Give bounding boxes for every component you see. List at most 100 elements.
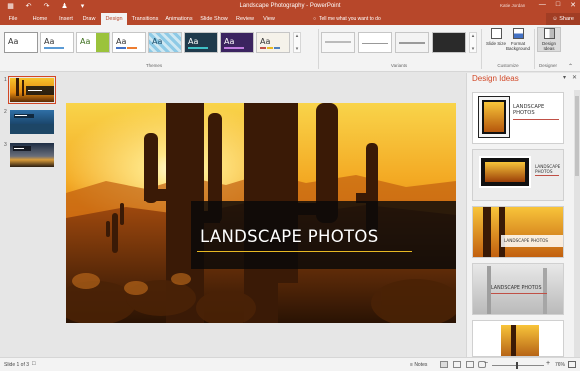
- zoom-out-icon[interactable]: −: [484, 360, 488, 367]
- tab-view[interactable]: View: [259, 13, 279, 25]
- paint-bucket-icon: [512, 28, 524, 39]
- design-ideas-pane: Design Ideas ▾ ✕ LANDSCAPE PHOTOS LANDSC…: [466, 73, 580, 357]
- idea-accent-line: [513, 119, 559, 120]
- window-title: Landscape Photography - PowerPoint: [239, 3, 341, 9]
- tab-slide-show[interactable]: Slide Show: [198, 13, 230, 25]
- theme-6[interactable]: Aa: [184, 32, 218, 53]
- ribbon-tabs: File Home Insert Draw Design Transitions…: [0, 13, 580, 25]
- variant-3[interactable]: [395, 32, 429, 53]
- design-idea-4[interactable]: LANDSCAPE PHOTOS: [472, 263, 564, 315]
- chevron-down-icon[interactable]: ▾: [472, 46, 475, 52]
- variant-4[interactable]: [432, 32, 466, 53]
- normal-view-icon[interactable]: [440, 361, 448, 368]
- designer-group-label: Designer: [538, 63, 557, 68]
- framed-photo: [478, 96, 510, 138]
- share-button[interactable]: ☺ Share: [546, 13, 580, 25]
- slide-size-button[interactable]: Slide Size: [484, 28, 508, 46]
- slide-number: 2: [4, 109, 7, 115]
- spellcheck-icon[interactable]: □: [32, 361, 36, 367]
- slide-title[interactable]: LANDSCAPE PHOTOS: [200, 227, 379, 246]
- tab-design[interactable]: Design: [101, 13, 127, 25]
- slide-number: 1: [4, 77, 7, 83]
- pane-controls: ▾ ✕: [563, 74, 577, 81]
- collapse-ribbon-icon[interactable]: ⌃: [568, 63, 573, 70]
- design-idea-2[interactable]: LANDSCAPE PHOTOS: [472, 149, 564, 201]
- minimize-icon[interactable]: —: [539, 1, 546, 9]
- ideas-scrollbar[interactable]: [574, 90, 580, 357]
- framed-photo: [479, 156, 531, 188]
- idea-accent-line: [491, 293, 547, 294]
- idea-accent-line: [535, 175, 559, 176]
- design-idea-1[interactable]: LANDSCAPE PHOTOS: [472, 92, 564, 144]
- close-icon[interactable]: ✕: [570, 1, 576, 9]
- notes-icon: ≡: [410, 362, 413, 368]
- theme-4[interactable]: Aa: [112, 32, 146, 53]
- theme-7[interactable]: Aa: [220, 32, 254, 53]
- zoom-in-icon[interactable]: +: [546, 360, 550, 367]
- theme-2[interactable]: Aa: [40, 32, 74, 53]
- title-underline: [197, 251, 412, 252]
- chevron-up-icon[interactable]: ▴: [472, 33, 475, 39]
- status-bar: Slide 1 of 3 □ ≡ Notes − + 76%: [0, 357, 580, 371]
- slide-thumbnails-pane: 1 2 3: [0, 73, 60, 357]
- design-idea-3[interactable]: LANDSCAPE PHOTOS: [472, 206, 564, 258]
- tab-animations[interactable]: Animations: [163, 13, 195, 25]
- idea-title-line2: PHOTOS: [535, 169, 553, 174]
- desert-thumbnail-image: [10, 78, 54, 102]
- chevron-down-icon[interactable]: ▾: [296, 46, 299, 52]
- main-slide-canvas[interactable]: LANDSCAPE PHOTOS: [66, 103, 456, 323]
- reading-view-icon[interactable]: [466, 361, 474, 368]
- zoom-slider-thumb[interactable]: [516, 362, 518, 369]
- restore-icon[interactable]: □: [556, 1, 560, 9]
- themes-gallery-scroll[interactable]: ▴ ▾: [293, 32, 301, 53]
- theme-5[interactable]: Aa: [148, 32, 182, 53]
- chevron-up-icon[interactable]: ▴: [296, 33, 299, 39]
- tell-me-box[interactable]: ○ Tell me what you want to do: [313, 13, 381, 25]
- slide-thumbnail-1[interactable]: [8, 76, 56, 104]
- window-controls: — □ ✕: [539, 1, 576, 9]
- variants-group-label: Variants: [390, 63, 408, 68]
- design-ideas-button[interactable]: Design Ideas: [537, 27, 561, 52]
- design-ideas-icon: [543, 28, 555, 39]
- zoom-slider[interactable]: [492, 365, 544, 366]
- theme-3[interactable]: Aa: [76, 32, 110, 53]
- tell-me-text: Tell me what you want to do: [319, 16, 381, 22]
- person-icon: ☺: [552, 16, 558, 22]
- lake-thumbnail-image: [10, 110, 54, 134]
- user-name[interactable]: Katie Jordan: [500, 3, 525, 8]
- tab-review[interactable]: Review: [233, 13, 257, 25]
- theme-office[interactable]: Aa: [4, 32, 38, 53]
- design-idea-5[interactable]: [472, 320, 564, 357]
- tab-file[interactable]: File: [2, 13, 24, 25]
- fit-to-window-icon[interactable]: [568, 361, 576, 368]
- variant-1[interactable]: [321, 32, 355, 53]
- tab-home[interactable]: Home: [28, 13, 52, 25]
- slide-thumbnail-2[interactable]: [10, 110, 54, 134]
- idea-title: LANDSCAPE PHOTOS: [491, 286, 542, 291]
- variants-gallery-scroll[interactable]: ▴ ▾: [469, 32, 477, 53]
- zoom-level[interactable]: 76%: [555, 362, 565, 368]
- idea-title: LANDSCAPE PHOTOS: [504, 238, 549, 243]
- tab-draw[interactable]: Draw: [79, 13, 99, 25]
- scrollbar-thumb[interactable]: [575, 96, 579, 176]
- slide-title-box[interactable]: LANDSCAPE PHOTOS: [191, 201, 456, 269]
- slide-thumbnail-3[interactable]: [10, 143, 54, 167]
- notes-button[interactable]: ≡ Notes: [410, 362, 427, 368]
- slide-counter: Slide 1 of 3: [4, 362, 30, 368]
- slide-sorter-icon[interactable]: [453, 361, 461, 368]
- theme-8[interactable]: Aa: [256, 32, 290, 53]
- variant-2[interactable]: [358, 32, 392, 53]
- ribbon: Aa Aa Aa Aa Aa Aa Aa Aa ▴ ▾ Themes ▴ ▾ V…: [0, 25, 580, 72]
- chevron-down-icon[interactable]: ▾: [563, 74, 566, 81]
- tab-transitions[interactable]: Transitions: [129, 13, 161, 25]
- group-divider: [318, 29, 319, 69]
- slide-number: 3: [4, 142, 7, 148]
- close-icon[interactable]: ✕: [572, 74, 577, 81]
- customize-group-label: Customize: [497, 63, 519, 68]
- format-background-button[interactable]: Format Background: [506, 28, 530, 51]
- title-bar: ▦ ↶ ↷ ♟ ▾ Landscape Photography - PowerP…: [0, 0, 580, 13]
- sunset-thumbnail-image: [10, 143, 54, 167]
- design-ideas-title: Design Ideas: [472, 74, 519, 83]
- lightbulb-icon: ○: [313, 16, 317, 22]
- tab-insert[interactable]: Insert: [54, 13, 78, 25]
